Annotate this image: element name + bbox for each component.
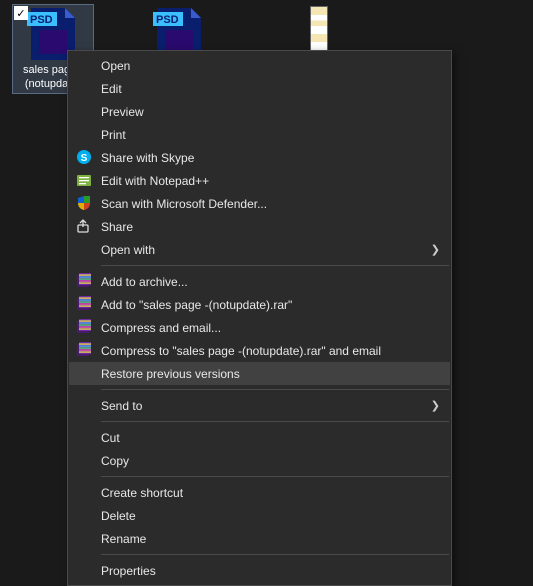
rar-icon: [76, 342, 92, 358]
submenu-arrow-icon: ❯: [431, 399, 440, 412]
menu-item-label: Add to archive...: [101, 275, 420, 289]
menu-item-label: Create shortcut: [101, 486, 420, 500]
menu-item-label: Open with: [101, 243, 420, 257]
menu-item[interactable]: Properties: [69, 559, 450, 582]
menu-separator: [101, 389, 449, 390]
defender-icon: [76, 195, 92, 211]
context-menu: Open Edit Preview Print S Share with Skype Edi…: [67, 50, 452, 586]
menu-item[interactable]: Create shortcut: [69, 481, 450, 504]
menu-item[interactable]: Copy: [69, 449, 450, 472]
menu-item-label: Copy: [101, 454, 420, 468]
menu-item-label: Compress to "sales page -(notupdate).rar…: [101, 344, 420, 358]
menu-item-label: Compress and email...: [101, 321, 420, 335]
svg-text:PSD: PSD: [156, 14, 179, 26]
menu-item-label: Edit: [101, 82, 420, 96]
skype-icon: S: [76, 149, 92, 165]
menu-item[interactable]: Preview: [69, 100, 450, 123]
menu-item[interactable]: Open: [69, 54, 450, 77]
menu-separator: [101, 554, 449, 555]
svg-text:PSD: PSD: [30, 14, 53, 26]
menu-item[interactable]: Send to ❯: [69, 394, 450, 417]
menu-item-label: Edit with Notepad++: [101, 174, 420, 188]
menu-item-label: Delete: [101, 509, 420, 523]
menu-item[interactable]: Rename: [69, 527, 450, 550]
menu-item-label: Open: [101, 59, 420, 73]
menu-item-label: Share with Skype: [101, 151, 420, 165]
menu-item[interactable]: Share: [69, 215, 450, 238]
submenu-arrow-icon: ❯: [431, 243, 440, 256]
selection-checkbox[interactable]: ✓: [14, 6, 28, 20]
menu-item[interactable]: Scan with Microsoft Defender...: [69, 192, 450, 215]
menu-separator: [101, 476, 449, 477]
menu-item[interactable]: Print: [69, 123, 450, 146]
menu-item[interactable]: Add to "sales page -(notupdate).rar": [69, 293, 450, 316]
menu-item[interactable]: Delete: [69, 504, 450, 527]
menu-item-label: Properties: [101, 564, 420, 578]
menu-item-label: Restore previous versions: [101, 367, 420, 381]
menu-item[interactable]: Edit with Notepad++: [69, 169, 450, 192]
menu-item[interactable]: Restore previous versions: [69, 362, 450, 385]
menu-item-label: Print: [101, 128, 420, 142]
menu-item[interactable]: Edit: [69, 77, 450, 100]
rar-icon: [76, 273, 92, 289]
rar-icon: [76, 319, 92, 335]
menu-item-label: Cut: [101, 431, 420, 445]
menu-item-label: Scan with Microsoft Defender...: [101, 197, 420, 211]
menu-item-label: Add to "sales page -(notupdate).rar": [101, 298, 420, 312]
rar-icon: [76, 296, 92, 312]
menu-separator: [101, 421, 449, 422]
menu-item[interactable]: Compress to "sales page -(notupdate).rar…: [69, 339, 450, 362]
menu-item[interactable]: Open with ❯: [69, 238, 450, 261]
menu-item[interactable]: Cut: [69, 426, 450, 449]
svg-text:S: S: [81, 153, 88, 164]
menu-item[interactable]: Compress and email...: [69, 316, 450, 339]
menu-item-label: Share: [101, 220, 420, 234]
menu-item[interactable]: S Share with Skype: [69, 146, 450, 169]
notepadpp-icon: [76, 172, 92, 188]
menu-item-label: Preview: [101, 105, 420, 119]
menu-item[interactable]: Add to archive...: [69, 270, 450, 293]
menu-item-label: Send to: [101, 399, 420, 413]
share-icon: [76, 218, 92, 234]
menu-separator: [101, 265, 449, 266]
menu-item-label: Rename: [101, 532, 420, 546]
